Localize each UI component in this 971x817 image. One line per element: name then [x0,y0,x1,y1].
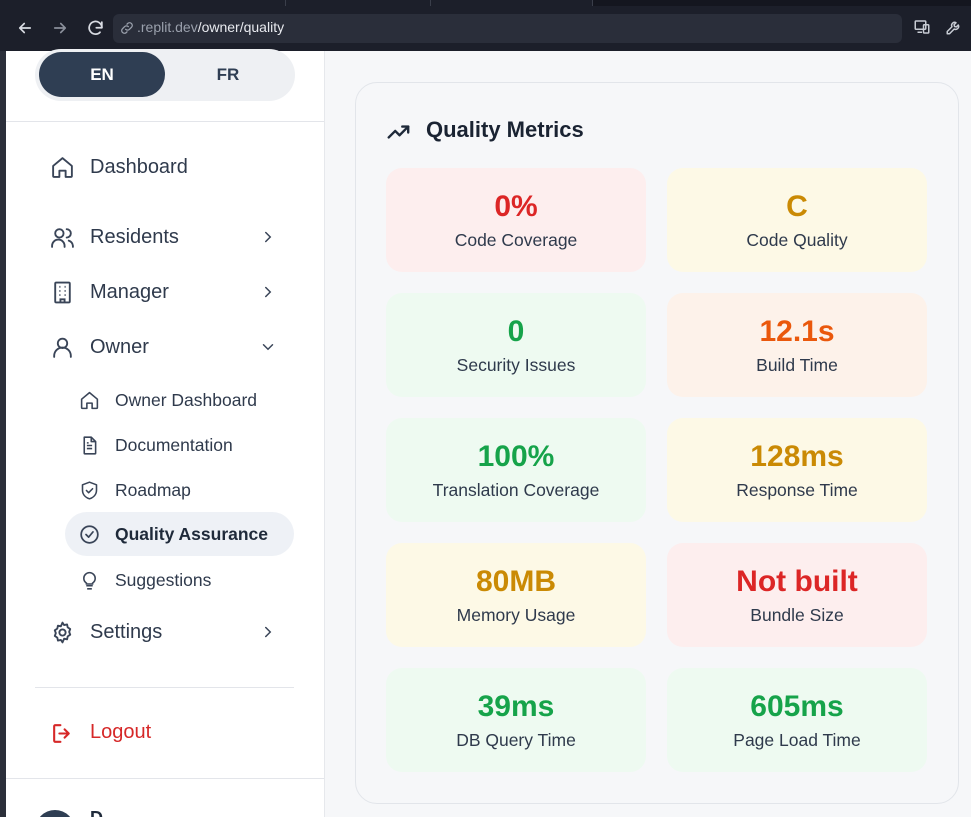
devices-icon [914,20,930,34]
browser-toolbar: .replit.dev/owner/quality [0,0,971,51]
metric-value: 0 [507,315,525,348]
arrow-left-icon [18,22,32,34]
sidebar-subitem-label: Roadmap [115,479,191,500]
sidebar-item-settings[interactable]: Settings [35,612,295,652]
trending-up-icon [387,125,410,139]
sidebar-subitem-roadmap[interactable]: Roadmap [65,468,294,512]
metric-value: 0% [494,190,538,223]
sidebar-subitem-label: Suggestions [115,569,212,590]
metric-value: 100% [477,440,555,473]
sidebar-subitem-label: Quality Assurance [115,523,269,544]
sidebar-subitem-label: Owner Dashboard [115,389,258,410]
sidebar-subitem-label: Documentation [115,434,233,455]
user-icon [49,334,75,360]
metric-security-issues: 0 Security Issues [386,293,646,397]
sidebar-subitem-quality-assurance[interactable]: Quality Assurance [65,512,294,556]
card-title: Quality Metrics [426,117,584,142]
sidebar-divider [35,687,294,688]
language-fr-button[interactable]: FR [165,52,291,97]
chevron-down-icon [258,337,278,357]
document-icon [78,434,100,456]
logout-icon [49,720,75,746]
metric-bundle-size: Not built Bundle Size [667,543,927,647]
metric-value: 80MB [475,565,557,598]
shield-icon [78,479,100,501]
metric-label: Security Issues [456,355,576,375]
metric-value: 605ms [750,690,844,723]
sidebar-item-label: Manager [90,280,169,303]
tab-separator [430,0,431,6]
sidebar-item-label: Owner [90,335,149,358]
sidebar-item-label: Dashboard [90,155,188,178]
link-icon [121,22,133,34]
metric-translation-coverage: 100% Translation Coverage [386,418,646,522]
chevron-right-icon [258,227,278,247]
devices-button[interactable] [911,16,933,38]
users-icon [49,224,75,250]
metric-code-coverage: 0% Code Coverage [386,168,646,272]
metric-page-load-time: 605ms Page Load Time [667,668,927,772]
metric-response-time: 128ms Response Time [667,418,927,522]
sidebar-item-label: Settings [90,620,163,643]
metric-code-quality: C Code Quality [667,168,927,272]
sidebar-item-manager[interactable]: Manager [35,272,295,312]
sidebar-item-label: Residents [90,225,179,248]
url-path: /owner/quality [197,19,285,35]
check-circle-icon [78,523,100,545]
forward-button[interactable] [48,16,72,40]
home-icon [49,154,75,180]
metric-label: Bundle Size [750,605,844,625]
metric-label: DB Query Time [456,730,576,750]
home-icon [78,389,100,411]
metric-value: 39ms [477,690,555,723]
back-button[interactable] [13,16,37,40]
sidebar-item-residents[interactable]: Residents [35,217,295,257]
sidebar-item-owner[interactable]: Owner [35,327,295,367]
metric-label: Memory Usage [456,605,576,625]
metric-label: Page Load Time [733,730,861,750]
arrow-right-icon [53,22,67,34]
lightbulb-icon [78,569,100,591]
tab-separator [285,0,286,6]
metric-value: 128ms [750,440,844,473]
metric-label: Code Quality [746,230,848,250]
metric-memory-usage: 80MB Memory Usage [386,543,646,647]
sidebar-subitem-suggestions[interactable]: Suggestions [65,558,294,602]
logout-label: Logout [90,721,152,743]
metric-label: Translation Coverage [432,480,600,500]
chevron-right-icon [258,282,278,302]
building-icon [49,279,75,305]
profile-name: D [90,808,103,817]
metric-value: C [786,190,808,223]
metric-label: Build Time [756,355,838,375]
tab-separator [592,0,593,6]
sidebar-subitem-documentation[interactable]: Documentation [65,423,294,467]
gear-icon [49,619,75,645]
metric-label: Response Time [736,480,858,500]
logout-button[interactable]: Logout [35,713,295,753]
metric-label: Code Coverage [454,230,578,250]
reload-icon [87,20,103,35]
sidebar-subitem-owner-dashboard[interactable]: Owner Dashboard [65,378,294,422]
sidebar-divider [6,778,324,779]
metric-db-query-time: 39ms DB Query Time [386,668,646,772]
active-tab[interactable] [0,0,592,6]
sidebar-item-dashboard[interactable]: Dashboard [35,147,295,187]
url-domain: .replit.dev [137,19,198,35]
metric-value: 12.1s [759,315,835,348]
metric-build-time: 12.1s Build Time [667,293,927,397]
reload-button[interactable] [83,16,107,40]
url-text[interactable]: .replit.dev/owner/quality [137,19,284,35]
chevron-right-icon [258,622,278,642]
sidebar-divider [6,121,324,122]
tools-button[interactable] [943,16,965,38]
metric-value: Not built [736,565,858,598]
wrench-icon [946,21,960,35]
language-en-button[interactable]: EN [39,52,165,97]
